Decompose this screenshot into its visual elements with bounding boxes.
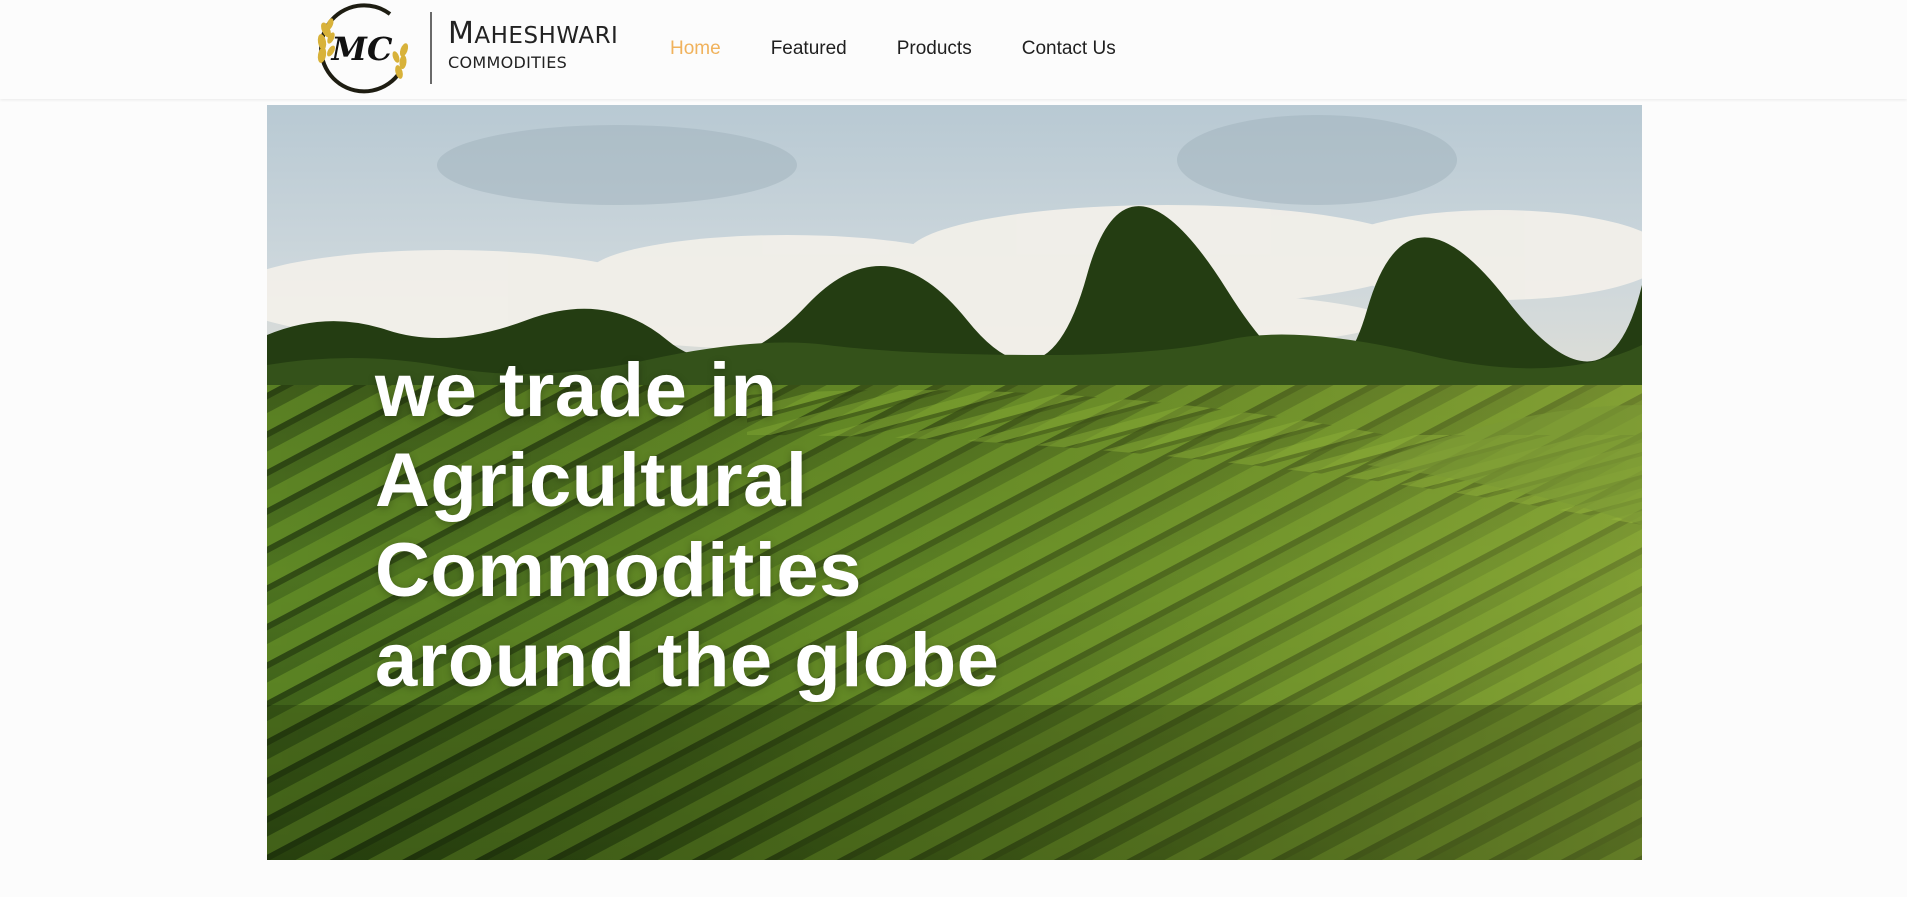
nav-products[interactable]: Products	[897, 38, 972, 60]
brand-name: MAHESHWARI	[448, 16, 619, 51]
hero-line-3: Commodities	[375, 527, 862, 613]
wheat-ring-logo-icon: MC	[317, 3, 409, 94]
brand-subtitle: COMMODITIES	[448, 53, 568, 72]
hero-line-4: around the globe	[375, 617, 1000, 703]
site-header: MC MAHESHWARI COMMODITIES Home Featured …	[0, 0, 1907, 99]
hero-line-1: we trade in	[375, 347, 778, 433]
hero-line-2: Agricultural	[375, 437, 808, 523]
hero-headline: we trade in Agricultural Commodities aro…	[375, 346, 1275, 706]
nav-contact-us[interactable]: Contact Us	[1022, 38, 1116, 60]
brand-logo[interactable]: MC MAHESHWARI COMMODITIES	[312, 2, 618, 96]
hero-banner: we trade in Agricultural Commodities aro…	[267, 105, 1642, 860]
main-nav: Home Featured Products Contact Us	[670, 38, 1116, 60]
nav-home[interactable]: Home	[670, 38, 721, 60]
nav-featured[interactable]: Featured	[771, 38, 847, 60]
logo-divider	[430, 12, 432, 84]
logo-initials: MC	[331, 30, 393, 68]
